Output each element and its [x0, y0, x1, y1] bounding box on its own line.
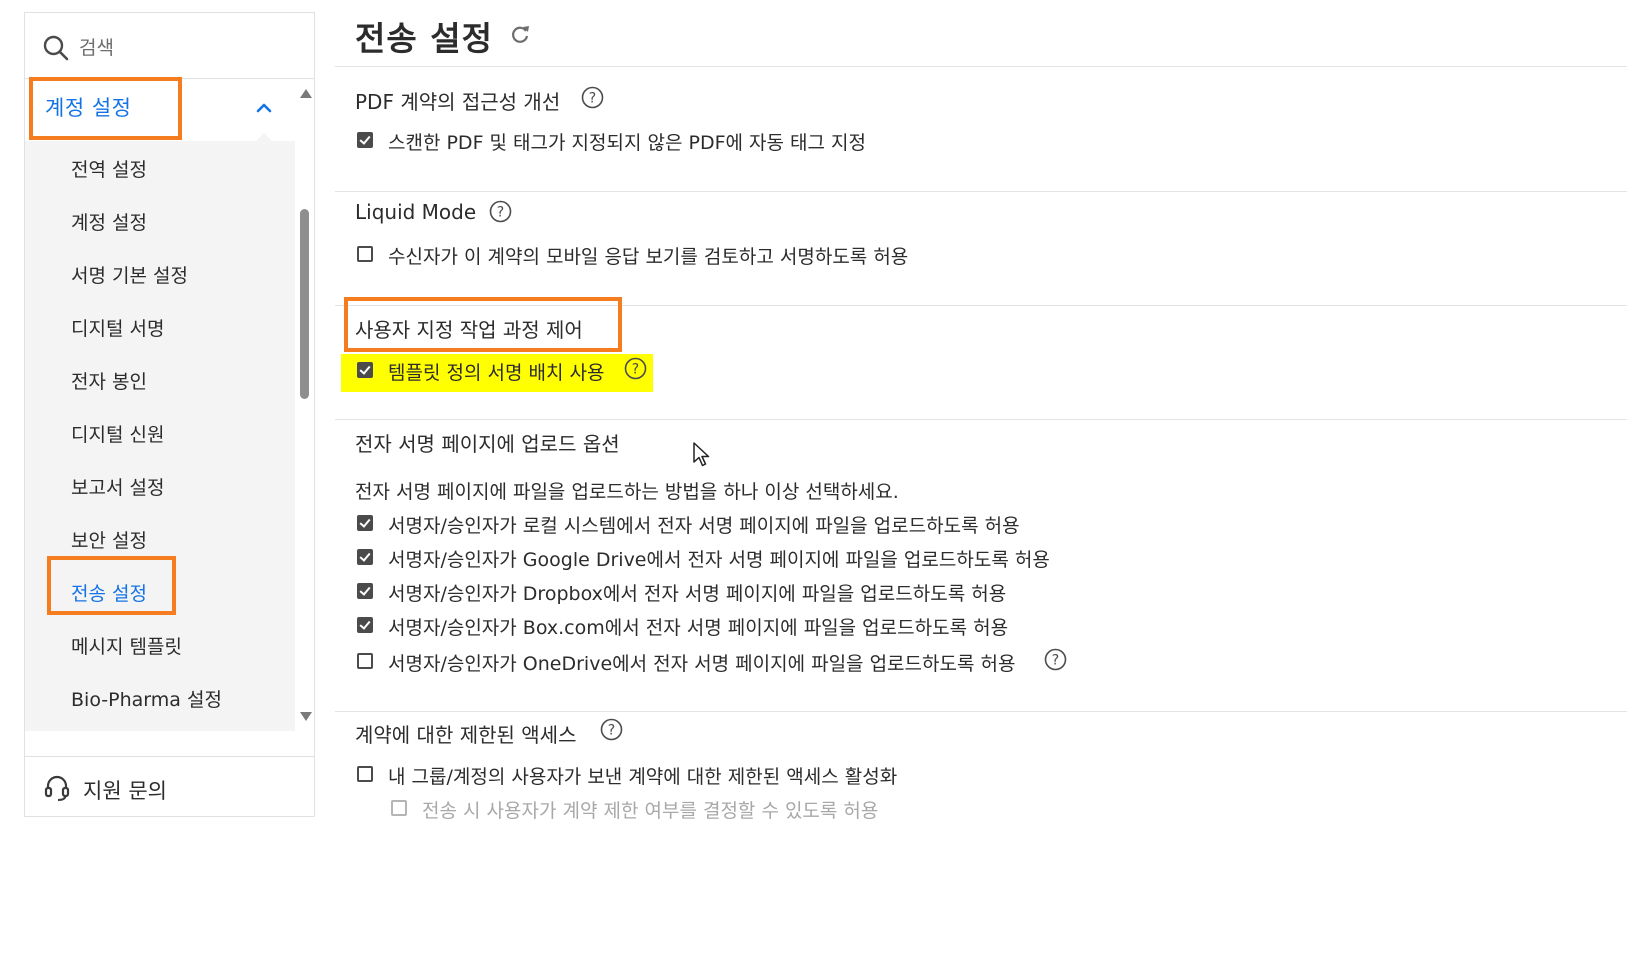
- upload-local-checkbox[interactable]: [357, 515, 373, 531]
- scrollbar-thumb[interactable]: [300, 209, 309, 399]
- upload-box-checkbox[interactable]: [357, 617, 373, 633]
- help-icon[interactable]: ?: [489, 200, 512, 223]
- sidebar-item-global-settings[interactable]: 전역 설정: [71, 155, 147, 182]
- annotation-box-custom-workflow: [344, 297, 622, 352]
- upload-local-label: 서명자/승인자가 로컬 시스템에서 전자 서명 페이지에 파일을 업로드하도록 …: [388, 515, 1020, 537]
- template-signature-placement-label: 템플릿 정의 서명 배치 사용: [388, 362, 605, 384]
- help-icon[interactable]: ?: [600, 718, 623, 741]
- pdf-accessibility-title: PDF 계약의 접근성 개선: [355, 90, 561, 114]
- sidebar-item-electronic-seals[interactable]: 전자 봉인: [71, 367, 147, 394]
- svg-text:?: ?: [608, 723, 615, 739]
- upload-google-drive-checkbox[interactable]: [357, 549, 373, 565]
- upload-onedrive-checkbox[interactable]: [357, 653, 373, 669]
- sidebar-item-signature-preferences[interactable]: 서명 기본 설정: [71, 261, 188, 288]
- search-icon: [43, 35, 69, 61]
- restricted-access-title: 계약에 대한 제한된 액세스: [355, 723, 577, 747]
- sender-decides-restriction-checkbox: [391, 800, 407, 816]
- svg-text:?: ?: [1052, 653, 1059, 669]
- section-divider: [335, 419, 1627, 420]
- support-label: 지원 문의: [83, 779, 167, 803]
- sidebar-item-message-templates[interactable]: 메시지 템플릿: [71, 632, 182, 659]
- esign-upload-description: 전자 서명 페이지에 파일을 업로드하는 방법을 하나 이상 선택하세요.: [355, 481, 899, 503]
- svg-text:?: ?: [632, 362, 639, 378]
- section-divider: [335, 191, 1627, 192]
- sidebar-item-account-settings[interactable]: 계정 설정: [71, 208, 147, 235]
- support-link[interactable]: 지원 문의: [25, 756, 314, 816]
- page-title: 전송 설정: [355, 19, 493, 58]
- svg-text:?: ?: [589, 91, 596, 107]
- search-input[interactable]: [79, 33, 299, 63]
- main-content: 전송 설정 PDF 계약의 접근성 개선 ? 스캔한 PDF 및 태그가 지정되…: [335, 0, 1627, 958]
- sidebar-item-report-settings[interactable]: 보고서 설정: [71, 473, 164, 500]
- mouse-cursor-icon: [693, 442, 710, 467]
- section-divider: [335, 711, 1627, 712]
- template-signature-placement-checkbox[interactable]: [357, 362, 373, 378]
- upload-dropbox-label: 서명자/승인자가 Dropbox에서 전자 서명 페이지에 파일을 업로드하도록…: [388, 583, 1007, 605]
- scroll-up-arrow-icon[interactable]: [300, 89, 312, 98]
- upload-onedrive-label: 서명자/승인자가 OneDrive에서 전자 서명 페이지에 파일을 업로드하도…: [388, 653, 1016, 675]
- search-bar: [25, 13, 314, 79]
- sidebar-item-digital-signatures[interactable]: 디지털 서명: [71, 314, 164, 341]
- sender-decides-restriction-label: 전송 시 사용자가 계약 제한 여부를 결정할 수 있도록 허용: [422, 800, 879, 822]
- help-icon[interactable]: ?: [624, 357, 647, 380]
- help-icon[interactable]: ?: [581, 86, 604, 109]
- chevron-up-icon[interactable]: [255, 99, 273, 117]
- sidebar-item-bio-pharma-settings[interactable]: Bio-Pharma 설정: [71, 685, 222, 712]
- mobile-view-checkbox[interactable]: [357, 246, 373, 262]
- upload-dropbox-checkbox[interactable]: [357, 583, 373, 599]
- settings-menu: 계정 설정 전역 설정 계정 설정 서명 기본 설정 디지털 서명 전자 봉인 …: [25, 79, 295, 731]
- refresh-icon[interactable]: [509, 23, 531, 45]
- menu-notch: [255, 133, 273, 142]
- help-icon[interactable]: ?: [1044, 648, 1067, 671]
- restricted-access-label: 내 그룹/계정의 사용자가 보낸 계약에 대한 제한된 액세스 활성화: [388, 766, 898, 788]
- sidebar-item-security-settings[interactable]: 보안 설정: [71, 526, 147, 553]
- mobile-view-label: 수신자가 이 계약의 모바일 응답 보기를 검토하고 서명하도록 허용: [388, 246, 909, 268]
- headset-icon: [44, 775, 70, 801]
- title-divider: [335, 66, 1627, 67]
- esign-upload-title: 전자 서명 페이지에 업로드 옵션: [355, 432, 620, 456]
- upload-box-label: 서명자/승인자가 Box.com에서 전자 서명 페이지에 파일을 업로드하도록…: [388, 617, 1009, 639]
- auto-tag-pdf-checkbox[interactable]: [357, 132, 373, 148]
- page-root: 계정 설정 전역 설정 계정 설정 서명 기본 설정 디지털 서명 전자 봉인 …: [0, 0, 1627, 958]
- scroll-down-arrow-icon[interactable]: [300, 712, 312, 721]
- annotation-box-account-settings: [29, 77, 182, 140]
- restricted-access-checkbox[interactable]: [357, 766, 373, 782]
- annotation-box-send-settings: [47, 556, 176, 615]
- sidebar-item-digital-identity[interactable]: 디지털 신원: [71, 420, 164, 447]
- liquid-mode-title: Liquid Mode: [355, 200, 477, 224]
- upload-google-drive-label: 서명자/승인자가 Google Drive에서 전자 서명 페이지에 파일을 업…: [388, 549, 1050, 571]
- sidebar-scrollbar[interactable]: [296, 79, 314, 731]
- svg-text:?: ?: [497, 205, 504, 221]
- auto-tag-pdf-label: 스캔한 PDF 및 태그가 지정되지 않은 PDF에 자동 태그 지정: [388, 132, 866, 154]
